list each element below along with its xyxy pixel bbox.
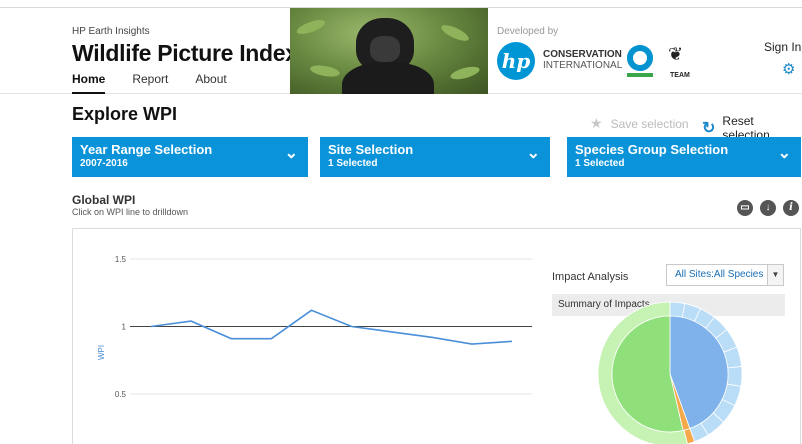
impact-analysis-label: Impact Analysis bbox=[552, 271, 629, 283]
save-selection-button[interactable]: ★ Save selection bbox=[590, 115, 689, 132]
ci-ring-icon bbox=[627, 45, 653, 71]
global-wpi-subtitle: Click on WPI line to drilldown bbox=[72, 207, 189, 217]
save-selection-label: Save selection bbox=[610, 116, 689, 131]
brand-title[interactable]: Wildlife Picture Index bbox=[72, 40, 298, 67]
chevron-down-icon: ▼ bbox=[767, 265, 783, 285]
reset-icon: ↻ bbox=[702, 120, 716, 137]
brand-subtitle: HP Earth Insights bbox=[72, 26, 150, 37]
chevron-down-icon: ⌄ bbox=[526, 145, 540, 162]
species-group-title: Species Group Selection bbox=[575, 142, 729, 157]
species-group-value: 1 Selected bbox=[575, 158, 625, 169]
chevron-down-icon: ⌄ bbox=[284, 145, 298, 162]
y-tick-label: 1.5 bbox=[115, 255, 127, 264]
team-logo-text: TEAM bbox=[670, 72, 690, 79]
impact-donut-chart[interactable] bbox=[590, 290, 750, 444]
page-title: Explore WPI bbox=[72, 104, 178, 124]
nav-about[interactable]: About bbox=[195, 72, 226, 94]
nav-report[interactable]: Report bbox=[132, 72, 168, 94]
y-tick-label: 0.5 bbox=[115, 390, 127, 399]
site-selector[interactable]: Site Selection 1 Selected ⌄ bbox=[320, 137, 550, 177]
global-wpi-title: Global WPI bbox=[72, 193, 136, 207]
gear-icon[interactable]: ⚙ bbox=[782, 60, 795, 78]
chevron-down-icon: ⌄ bbox=[777, 145, 791, 162]
wpi-line-chart[interactable]: 1.5 1 0.5 WPI bbox=[72, 228, 542, 444]
site-value: 1 Selected bbox=[328, 158, 378, 169]
year-range-value: 2007-2016 bbox=[80, 158, 128, 169]
conservation-international-logo: CONSERVATION INTERNATIONAL bbox=[543, 49, 622, 71]
sign-in-link[interactable]: Sign In bbox=[764, 40, 801, 54]
developed-by-label: Developed by bbox=[497, 26, 559, 37]
info-icon[interactable]: i bbox=[783, 200, 799, 216]
team-plant-icon: ❦ bbox=[668, 44, 684, 64]
ci-line1: CONSERVATION bbox=[543, 49, 622, 60]
year-range-title: Year Range Selection bbox=[80, 142, 213, 157]
ci-bar-icon bbox=[627, 73, 653, 77]
gorilla-photo bbox=[290, 8, 488, 94]
star-icon: ★ bbox=[590, 115, 603, 131]
ci-line2: INTERNATIONAL bbox=[543, 60, 623, 71]
top-divider bbox=[0, 0, 802, 8]
main-nav: Home Report About bbox=[72, 72, 227, 94]
species-group-selector[interactable]: Species Group Selection 1 Selected ⌄ bbox=[567, 137, 801, 177]
year-range-selector[interactable]: Year Range Selection 2007-2016 ⌄ bbox=[72, 137, 308, 177]
impact-filter-select[interactable]: All Sites:All Species ▼ bbox=[666, 264, 784, 286]
nav-home[interactable]: Home bbox=[72, 72, 106, 94]
impact-filter-value: All Sites:All Species bbox=[675, 269, 764, 280]
y-axis-label: WPI bbox=[97, 345, 106, 360]
site-title: Site Selection bbox=[328, 142, 414, 157]
donut-outer-segment[interactable] bbox=[726, 366, 743, 387]
y-tick-label: 1 bbox=[122, 323, 127, 332]
wpi-series-line[interactable] bbox=[150, 309, 513, 345]
print-icon[interactable]: ▭ bbox=[737, 200, 753, 216]
hp-logo: hp bbox=[497, 42, 535, 80]
download-icon[interactable]: ↓ bbox=[760, 200, 776, 216]
